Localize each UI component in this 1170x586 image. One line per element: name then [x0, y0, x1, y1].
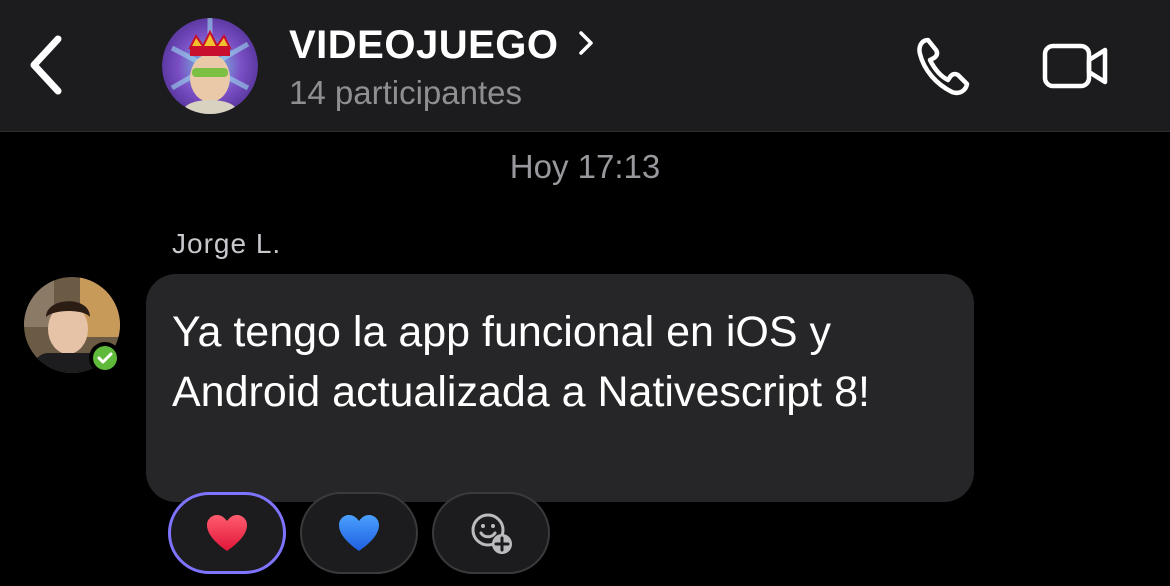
sender-avatar[interactable]	[24, 277, 121, 374]
message-timestamp: Hoy 17:13	[509, 148, 661, 185]
message-text: Ya tengo la app funcional en iOS y Andro…	[172, 308, 870, 416]
add-reaction-icon	[471, 513, 512, 554]
phone-icon	[917, 37, 970, 96]
blue-heart-icon	[339, 515, 379, 551]
sender-name: Jorge L.	[172, 228, 282, 259]
reaction-blue-heart[interactable]	[300, 492, 418, 574]
reaction-red-heart[interactable]	[168, 492, 286, 574]
group-avatar[interactable]	[162, 18, 258, 114]
back-chevron-icon	[30, 35, 62, 95]
call-button[interactable]	[912, 34, 972, 98]
title-chevron-icon	[577, 29, 595, 62]
video-camera-icon	[1042, 43, 1108, 89]
group-avatar-image	[162, 18, 258, 114]
conversation-title-block[interactable]: VIDEOJUEGO 14 participantes	[289, 20, 595, 112]
group-title[interactable]: VIDEOJUEGO	[289, 23, 559, 68]
online-check-badge-icon	[89, 342, 121, 374]
red-heart-icon	[207, 515, 247, 551]
add-reaction-button[interactable]	[432, 492, 550, 574]
participant-count: 14 participantes	[289, 74, 522, 111]
back-button[interactable]	[18, 30, 74, 100]
message-bubble[interactable]: Ya tengo la app funcional en iOS y Andro…	[146, 274, 974, 502]
chat-header: VIDEOJUEGO 14 participantes	[0, 0, 1170, 132]
video-call-button[interactable]	[1040, 40, 1110, 92]
reaction-bar	[168, 492, 550, 574]
